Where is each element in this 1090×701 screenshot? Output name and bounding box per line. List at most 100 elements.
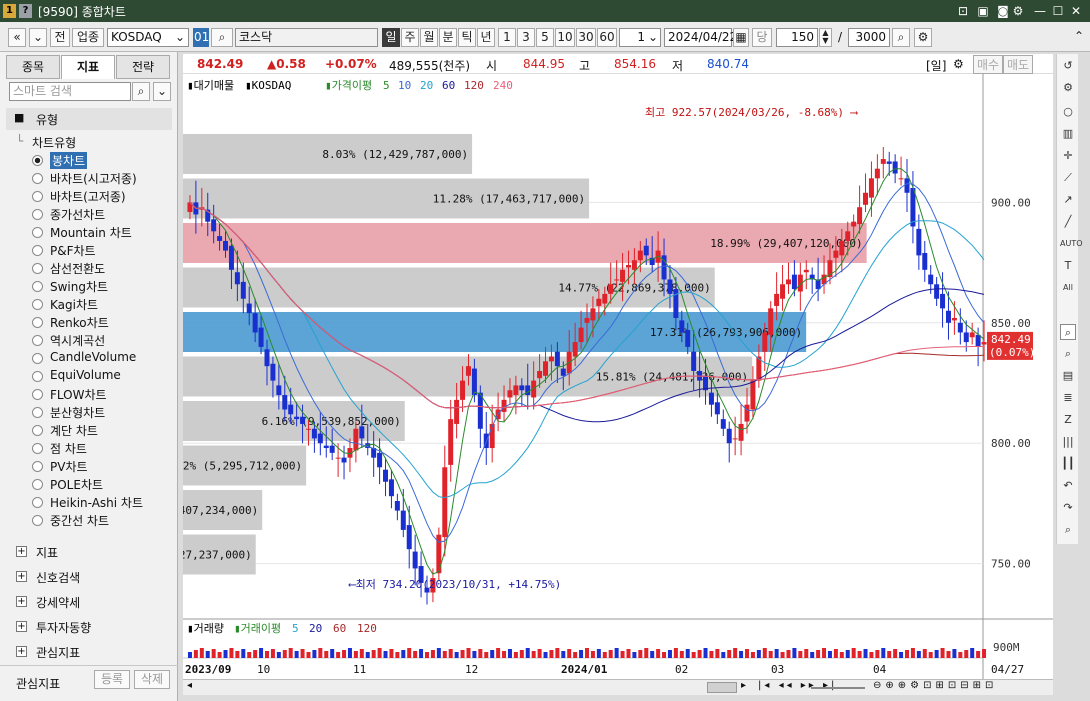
smart-search-input[interactable]: 스마트 검색	[9, 82, 131, 101]
chart-type-radio[interactable]	[32, 191, 43, 202]
zoom-settings-icon[interactable]: ⌕	[1060, 346, 1076, 362]
chart-type-item[interactable]: Kagi차트	[50, 296, 98, 313]
count-stepper[interactable]: ▲ ▼	[819, 28, 832, 47]
redo-icon[interactable]: ↷	[1060, 500, 1076, 516]
chart-area[interactable]: ▮대기매물 ▮KOSDAQ ▮가격이평 5 10 20 60 120 240 900.00 850.…	[113, 74, 1053, 680]
camera-icon[interactable]: ◙	[995, 3, 1011, 19]
zigzag-icon[interactable]: Ζ	[1060, 412, 1076, 428]
search-icon[interactable]: ⌕	[211, 28, 233, 47]
interval-60[interactable]: 60	[597, 28, 617, 47]
chart-type-icon[interactable]: ▥	[1060, 126, 1076, 142]
gear-icon[interactable]: ⚙	[1060, 80, 1076, 96]
group-item[interactable]: 신호검색	[36, 569, 80, 586]
period-minute[interactable]: 분	[439, 28, 457, 47]
chart-type-radio[interactable]	[32, 263, 43, 274]
help-badge[interactable]: ?	[19, 4, 32, 18]
upjong-button[interactable]: 업종	[72, 28, 104, 47]
line-icon[interactable]: ╱	[1060, 214, 1076, 230]
undo-icon[interactable]: ↶	[1060, 478, 1076, 494]
chart-type-item[interactable]: CandleVolume	[50, 350, 136, 364]
tab-stock[interactable]: 종목	[6, 55, 60, 79]
dang-button[interactable]: 당	[752, 28, 772, 47]
chart-type-radio[interactable]	[32, 317, 43, 328]
vertical-lines-icon[interactable]: |||	[1060, 434, 1076, 450]
circle-icon[interactable]: ○	[1060, 104, 1076, 120]
chart-type-item[interactable]: EquiVolume	[50, 368, 121, 382]
trend-line-icon[interactable]: ⟋	[1060, 170, 1076, 186]
chart-type-radio[interactable]	[32, 245, 43, 256]
all-icon[interactable]: All	[1060, 280, 1076, 296]
price-chart-svg[interactable]: ▮대기매물 ▮KOSDAQ ▮가격이평 5 10 20 60 120 240 900.00 850.…	[113, 74, 1053, 680]
chart-type-item[interactable]: POLE차트	[50, 476, 103, 493]
buy-button[interactable]: 매수	[973, 55, 1004, 74]
ray-line-icon[interactable]: ↗	[1060, 192, 1076, 208]
tab-strategy[interactable]: 전략	[116, 55, 170, 79]
period-day[interactable]: 일	[382, 28, 400, 47]
interval-3[interactable]: 3	[517, 28, 535, 47]
bars-icon[interactable]: ┃┃	[1060, 456, 1076, 472]
settings-icon[interactable]: ⚙	[914, 28, 932, 47]
interval-30[interactable]: 30	[576, 28, 596, 47]
chart-type-radio[interactable]	[32, 209, 43, 220]
group-item[interactable]: 강세약세	[36, 594, 80, 611]
delete-button[interactable]: 삭제	[134, 670, 170, 689]
chart-type-item[interactable]: 삼선전환도	[50, 260, 105, 277]
zoom-slider[interactable]	[811, 687, 865, 689]
chart-type-item[interactable]: 바차트(고저종)	[50, 188, 126, 205]
chart-type-item[interactable]: 역시계곡선	[50, 332, 105, 349]
close-icon[interactable]: ✕	[1068, 3, 1084, 19]
magnifier-icon[interactable]: ⌕	[1060, 522, 1076, 538]
count-input[interactable]: 150	[776, 28, 818, 47]
chart-type-radio[interactable]	[32, 461, 43, 472]
tab-indicator[interactable]: 지표	[61, 55, 115, 79]
sell-button[interactable]: 매도	[1003, 55, 1034, 74]
chart-type-radio[interactable]	[32, 155, 43, 166]
chart-type-radio[interactable]	[32, 389, 43, 400]
chart-type-radio[interactable]	[32, 407, 43, 418]
search-icon[interactable]: ⌕	[132, 82, 150, 101]
chart-type-item[interactable]: FLOW차트	[50, 386, 107, 403]
chart-type-item[interactable]: P&F차트	[50, 242, 96, 259]
settings-icon[interactable]: ⚙	[953, 57, 964, 71]
date-input[interactable]: 2024/04/22	[664, 28, 737, 47]
history-button[interactable]: ⌄	[29, 28, 47, 47]
section-type-row[interactable]: ■ 유형	[6, 108, 172, 130]
interval-5[interactable]: 5	[536, 28, 554, 47]
chart-type-label[interactable]: 차트유형	[32, 134, 76, 151]
playback-controls[interactable]: |◂ ◂◂ ▸▸ ▸|	[758, 680, 837, 691]
maximize-icon[interactable]: ☐	[1050, 3, 1066, 19]
chart-type-item[interactable]: 점 차트	[50, 440, 87, 457]
interval-1[interactable]: 1	[498, 28, 516, 47]
chart-type-item[interactable]: Renko차트	[50, 314, 109, 331]
text-icon[interactable]: T	[1060, 258, 1076, 274]
chart-type-radio[interactable]	[32, 515, 43, 526]
chart-scrollbar[interactable]: ◂ ▸ |◂ ◂◂ ▸▸ ▸| ⊖⊕⊕⚙⊡⊞⊡⊟⊞⊡	[183, 679, 1053, 695]
chart-type-radio[interactable]	[32, 425, 43, 436]
chart-type-radio[interactable]	[32, 353, 43, 364]
expand-icon[interactable]: ⌄	[153, 82, 171, 101]
gear-icon[interactable]: ⚙	[1010, 3, 1026, 19]
jeon-button[interactable]: 전	[50, 28, 70, 47]
chart-type-radio[interactable]	[32, 443, 43, 454]
chart-type-radio[interactable]	[32, 335, 43, 346]
period-year[interactable]: 년	[477, 28, 495, 47]
period-month[interactable]: 월	[420, 28, 438, 47]
chart-type-item[interactable]: 봉차트	[50, 152, 88, 169]
scroll-right-icon[interactable]: ▸	[741, 680, 746, 691]
chart-type-radio[interactable]	[32, 299, 43, 310]
scroll-thumb[interactable]	[707, 682, 737, 693]
chart-type-item[interactable]: Swing차트	[50, 278, 108, 295]
refresh-icon[interactable]: ↺	[1060, 58, 1076, 74]
market-code-select[interactable]: KOSDAQ ⌄	[107, 28, 189, 47]
group-item[interactable]: 투자자동향	[36, 619, 91, 636]
scroll-left-icon[interactable]: ◂	[187, 680, 192, 691]
zoom-icon[interactable]: ⌕	[1060, 324, 1076, 340]
chart-type-item[interactable]: Heikin-Ashi 차트	[50, 494, 143, 511]
crosshair-icon[interactable]: ✛	[1060, 148, 1076, 164]
group-item[interactable]: 관심지표	[36, 644, 80, 661]
zoom-search-icon[interactable]: ⌕	[892, 28, 910, 47]
chart-type-radio[interactable]	[32, 497, 43, 508]
minimize-icon[interactable]: —	[1032, 3, 1048, 19]
chart-type-item[interactable]: 중간선 차트	[50, 512, 109, 529]
interval-10[interactable]: 10	[555, 28, 575, 47]
